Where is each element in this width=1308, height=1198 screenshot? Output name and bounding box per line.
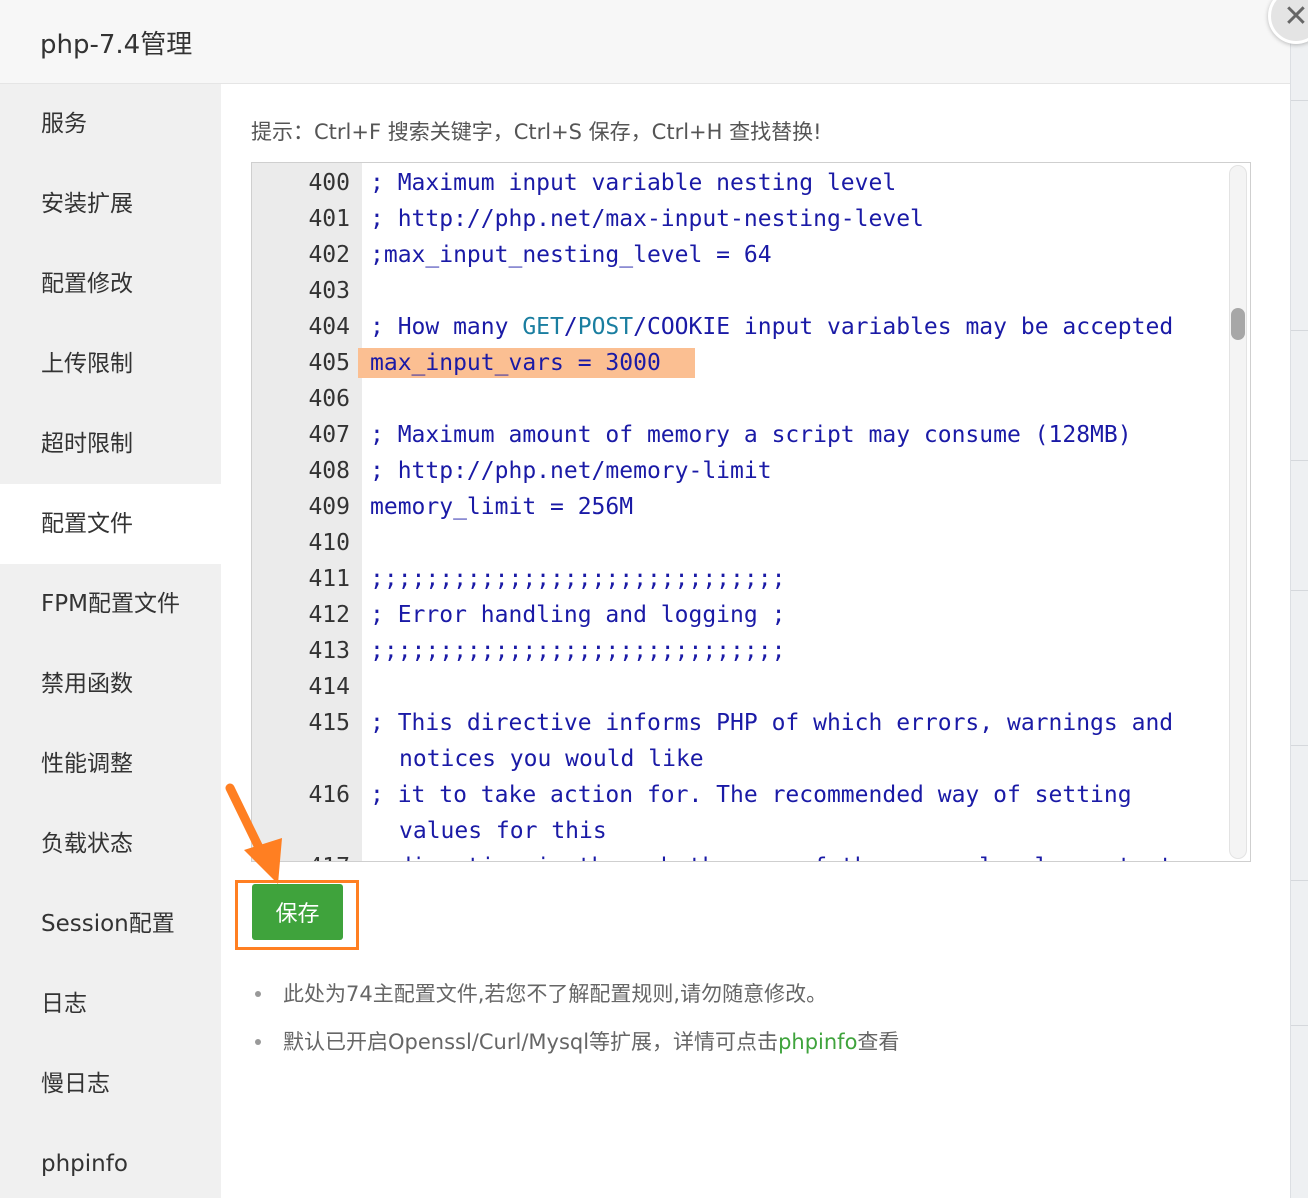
sidebar-item-phpinfo[interactable]: phpinfo xyxy=(0,1124,221,1198)
line-number: 404 xyxy=(308,314,350,340)
code-line[interactable]: 402 ;max_input_nesting_level = 64 xyxy=(252,237,1250,273)
line-number: 405 xyxy=(308,350,350,376)
bullet-icon xyxy=(255,991,261,997)
line-text: ; http://php.net/max-input-nesting-level xyxy=(370,206,924,232)
line-text: ; This directive informs PHP of which er… xyxy=(370,710,1187,772)
line-number: 410 xyxy=(308,530,350,556)
code-line[interactable]: 400 ; Maximum input variable nesting leve… xyxy=(252,165,1250,201)
list-item: 默认已开启Openssl/Curl/Mysql等扩展，详情可点击phpinfo查… xyxy=(251,1024,899,1072)
note-text: 默认已开启Openssl/Curl/Mysql等扩展，详情可点击 xyxy=(283,1030,779,1054)
dialog-title-bar: php-7.4管理 xyxy=(0,0,1290,84)
line-number: 407 xyxy=(308,422,350,448)
php-manager-dialog: php-7.4管理 服务 安装扩展 配置修改 上传限制 超时限制 配置文件 FP… xyxy=(0,0,1290,1198)
line-text: ; Maximum input variable nesting level xyxy=(370,170,897,196)
sidebar-item-fpm-config-file[interactable]: FPM配置文件 xyxy=(0,564,221,644)
sidebar-item-disabled-functions[interactable]: 禁用函数 xyxy=(0,644,221,724)
line-number: 412 xyxy=(308,602,350,628)
line-text: ; directive is through the use of the er… xyxy=(362,849,1250,861)
line-text: memory_limit = 256M xyxy=(370,494,634,520)
editor-hint: 提示：Ctrl+F 搜索关键字，Ctrl+S 保存，Ctrl+H 查找替换! xyxy=(251,120,822,144)
sidebar-item-slow-log[interactable]: 慢日志 xyxy=(0,1044,221,1124)
code-line[interactable]: 416; it to take action for. The recommen… xyxy=(252,777,1250,849)
code-line-highlighted[interactable]: 405 max_input_vars = 3000 xyxy=(252,345,1250,381)
note-text: 此处为74主配置文件,若您不了解配置规则,请勿随意修改。 xyxy=(283,982,828,1006)
line-number: 403 xyxy=(308,278,350,304)
code-line[interactable]: 413;;;;;;;;;;;;;;;;;;;;;;;;;;;;;; xyxy=(252,633,1250,669)
code-line[interactable]: 406 xyxy=(252,381,1250,417)
line-text: ;;;;;;;;;;;;;;;;;;;;;;;;;;;;;; xyxy=(370,638,786,664)
code-line[interactable]: 401 ; http://php.net/max-input-nesting-le… xyxy=(252,201,1250,237)
code-segment: / xyxy=(563,314,578,340)
line-text: ; Maximum amount of memory a script may … xyxy=(370,422,1132,448)
content-panel: 提示：Ctrl+F 搜索关键字，Ctrl+S 保存，Ctrl+H 查找替换! 4… xyxy=(221,84,1290,1198)
code-line[interactable]: 403 xyxy=(252,273,1250,309)
code-segment: ; How many xyxy=(370,314,523,340)
code-editor[interactable]: 400 ; Maximum input variable nesting leve… xyxy=(251,162,1251,862)
line-text xyxy=(362,525,1250,561)
code-line[interactable]: 414 xyxy=(252,669,1250,705)
line-text xyxy=(362,273,1250,309)
save-button[interactable]: 保存 xyxy=(252,884,343,940)
code-line[interactable]: 415 ; This directive informs PHP of which… xyxy=(252,705,1250,777)
phpinfo-link[interactable]: phpinfo xyxy=(778,1030,857,1054)
scrollbar-thumb[interactable] xyxy=(1231,308,1245,340)
code-line[interactable]: 417; directive is through the use of the… xyxy=(252,849,1250,861)
code-line[interactable]: 412 ; Error handling and logging ; xyxy=(252,597,1250,633)
line-text: ; http://php.net/memory-limit xyxy=(370,458,772,484)
line-number: 402 xyxy=(308,242,350,268)
note-text: 查看 xyxy=(857,1030,900,1054)
code-line[interactable]: 408 ; http://php.net/memory-limit xyxy=(252,453,1250,489)
sidebar-item-service[interactable]: 服务 xyxy=(0,84,221,164)
line-number: 400 xyxy=(308,170,350,196)
sidebar: 服务 安装扩展 配置修改 上传限制 超时限制 配置文件 FPM配置文件 禁用函数… xyxy=(0,84,221,1198)
list-item: 此处为74主配置文件,若您不了解配置规则,请勿随意修改。 xyxy=(251,976,899,1024)
sidebar-item-install-extension[interactable]: 安装扩展 xyxy=(0,164,221,244)
line-number: 409 xyxy=(308,494,350,520)
notes-list: 此处为74主配置文件,若您不了解配置规则,请勿随意修改。 默认已开启Openss… xyxy=(251,976,899,1072)
sidebar-item-config-modify[interactable]: 配置修改 xyxy=(0,244,221,324)
line-number: 406 xyxy=(308,386,350,412)
line-text: ; it to take action for. The recommended… xyxy=(370,782,1146,844)
line-number: 415 xyxy=(308,710,350,736)
code-lines[interactable]: 400 ; Maximum input variable nesting leve… xyxy=(252,165,1250,861)
code-line[interactable]: 407 ; Maximum amount of memory a script m… xyxy=(252,417,1250,453)
line-number: 411 xyxy=(308,566,350,592)
line-number: 401 xyxy=(308,206,350,232)
sidebar-item-performance-tuning[interactable]: 性能调整 xyxy=(0,724,221,804)
line-text: max_input_vars = 3000 xyxy=(370,350,661,376)
editor-scrollbar[interactable] xyxy=(1229,165,1247,859)
code-line[interactable]: 410 xyxy=(252,525,1250,561)
code-segment: /COOKIE input variables may be accepted xyxy=(633,314,1174,340)
code-line[interactable]: 411;;;;;;;;;;;;;;;;;;;;;;;;;;;;;; xyxy=(252,561,1250,597)
line-text: ; How many GET/POST/COOKIE input variabl… xyxy=(362,309,1250,345)
code-line[interactable]: 404 ; How many GET/POST/COOKIE input vari… xyxy=(252,309,1250,345)
line-text: ; Error handling and logging ; xyxy=(370,602,786,628)
code-keyword: GET xyxy=(522,314,564,340)
line-number: 414 xyxy=(308,674,350,700)
sidebar-item-load-status[interactable]: 负载状态 xyxy=(0,804,221,884)
sidebar-item-session-config[interactable]: Session配置 xyxy=(0,884,221,964)
line-number: 408 xyxy=(308,458,350,484)
line-text: ;max_input_nesting_level = 64 xyxy=(370,242,772,268)
line-number: 413 xyxy=(308,638,350,664)
sidebar-item-timeout-limit[interactable]: 超时限制 xyxy=(0,404,221,484)
code-keyword: POST xyxy=(577,314,634,340)
code-line[interactable]: 409 memory_limit = 256M xyxy=(252,489,1250,525)
background-page-strip xyxy=(1290,0,1308,1198)
dialog-title: php-7.4管理 xyxy=(40,30,193,60)
sidebar-item-config-file[interactable]: 配置文件 xyxy=(0,484,221,564)
line-text xyxy=(362,669,1250,705)
sidebar-item-upload-limit[interactable]: 上传限制 xyxy=(0,324,221,404)
sidebar-item-log[interactable]: 日志 xyxy=(0,964,221,1044)
line-text xyxy=(362,381,1250,417)
arrow-icon xyxy=(225,783,282,884)
bullet-icon xyxy=(255,1039,261,1045)
line-text: ;;;;;;;;;;;;;;;;;;;;;;;;;;;;;; xyxy=(370,566,786,592)
